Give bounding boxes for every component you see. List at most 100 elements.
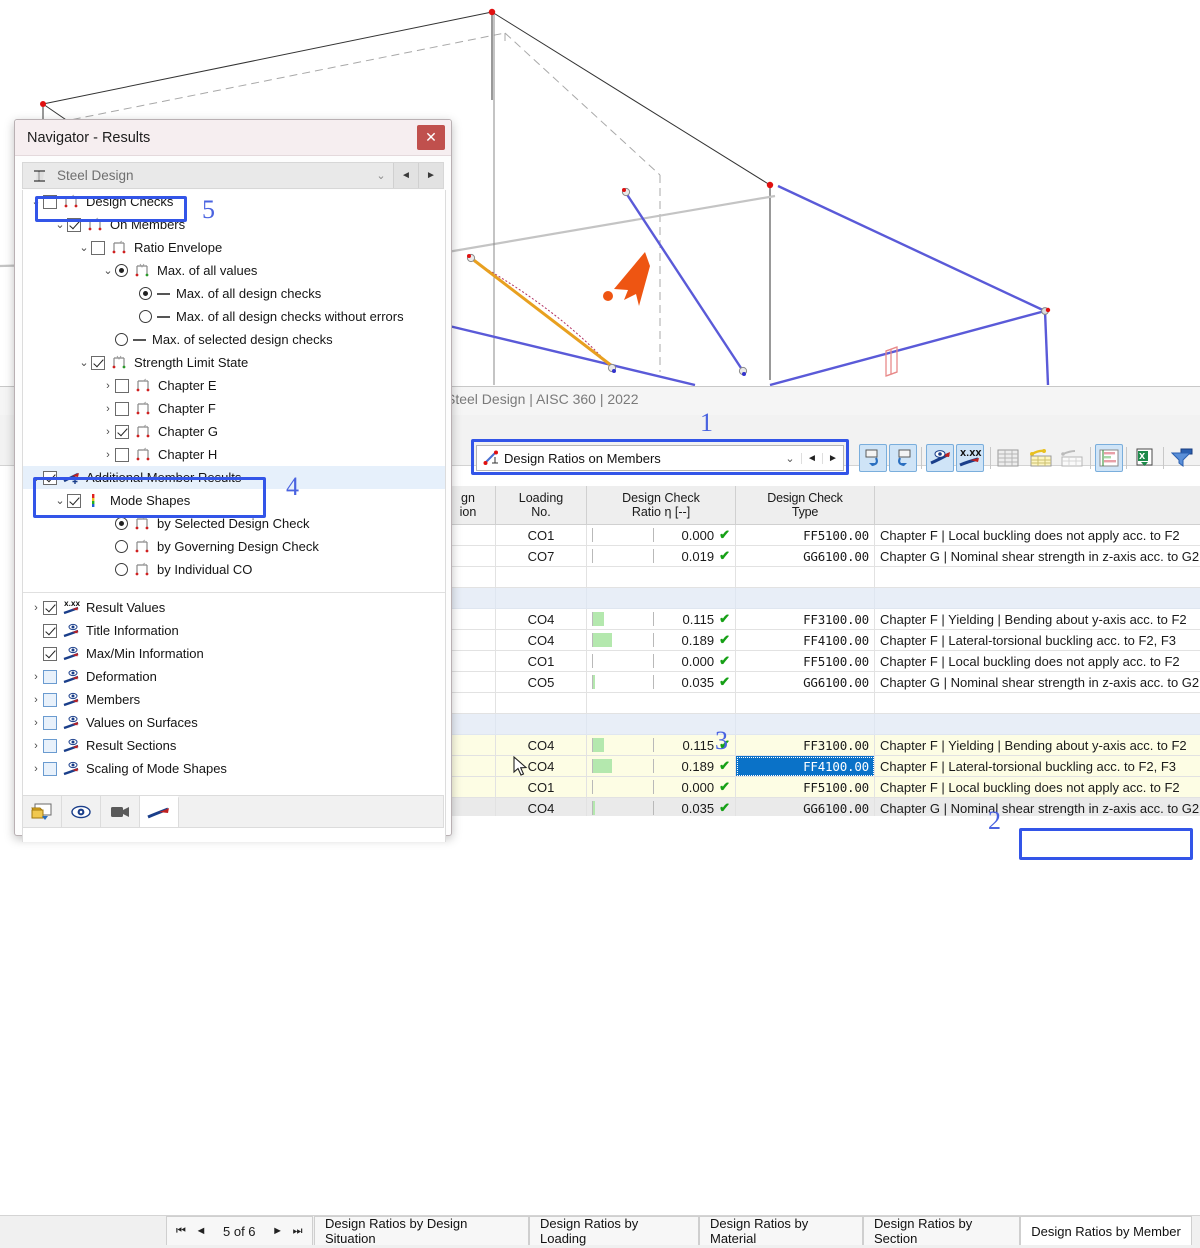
tree-item-max-min-information[interactable]: Max/Min Information: [23, 642, 445, 665]
tree-item-by-selected-design-check[interactable]: by Selected Design Check: [23, 512, 445, 535]
tree-checkbox[interactable]: [43, 716, 57, 730]
chevron-right-icon[interactable]: ›: [29, 717, 43, 729]
cell-design-check-ratio[interactable]: 0.035✔: [587, 672, 736, 693]
col-header-design-check-type[interactable]: Design Check Type: [736, 486, 875, 525]
tree-item-chapter-h[interactable]: ›Chapter H: [23, 443, 445, 466]
cell-loading-no[interactable]: CO5: [496, 672, 587, 693]
tree-item-mode-shapes[interactable]: ⌄Mode Shapes: [23, 489, 445, 512]
table-style-colored-button[interactable]: [1027, 444, 1055, 472]
table-row[interactable]: CO40.115✔FF3100.00Chapter F | Yielding |…: [441, 735, 1200, 756]
tree-checkbox[interactable]: [91, 356, 105, 370]
cell-design-check-type[interactable]: FF3100.00: [736, 735, 875, 756]
cell-loading-no[interactable]: CO4: [496, 735, 587, 756]
cell-design-check-ratio[interactable]: 0.189✔: [587, 630, 736, 651]
page-navigator[interactable]: ⏮ ◄ 5 of 6 ► ⏭: [166, 1216, 313, 1245]
cell-design-check-type[interactable]: FF4100.00: [736, 756, 875, 777]
table-row[interactable]: CO50.035✔GG6100.00Chapter G | Nominal sh…: [441, 672, 1200, 693]
sheet-tab-design-ratios-by-loading[interactable]: Design Ratios by Loading: [529, 1216, 699, 1245]
results-tree[interactable]: ⌄Design Checks⌄On Members⌄Ratio Envelope…: [22, 190, 446, 842]
tree-item-title-information[interactable]: Title Information: [23, 619, 445, 642]
tree-item-chapter-e[interactable]: ›Chapter E: [23, 374, 445, 397]
table-row[interactable]: CO40.189✔FF4100.00Chapter F | Lateral-to…: [441, 630, 1200, 651]
tree-checkbox[interactable]: [115, 402, 129, 416]
tree-item-result-sections[interactable]: ›Result Sections: [23, 734, 445, 757]
tree-radio[interactable]: [115, 517, 128, 530]
redo-button[interactable]: [889, 444, 917, 472]
prev-page-button[interactable]: ◄: [191, 1225, 211, 1237]
tree-checkbox[interactable]: [43, 647, 57, 661]
cell-design-check-type[interactable]: FF3100.00: [736, 609, 875, 630]
table-style-plain-button[interactable]: [994, 444, 1022, 472]
tree-checkbox[interactable]: [43, 693, 57, 707]
tree-item-deformation[interactable]: ›Deformation: [23, 665, 445, 688]
tree-radio[interactable]: [139, 310, 152, 323]
cell-design-check-type[interactable]: FF5100.00: [736, 525, 875, 546]
tree-item-chapter-g[interactable]: ›Chapter G: [23, 420, 445, 443]
cell-design-check-ratio[interactable]: 0.035✔: [587, 798, 736, 817]
tree-item-members[interactable]: ›Members: [23, 688, 445, 711]
chevron-right-icon[interactable]: ›: [29, 671, 43, 683]
cell-loading-no[interactable]: CO1: [496, 525, 587, 546]
tree-checkbox[interactable]: [115, 379, 129, 393]
last-page-button[interactable]: ⏭: [288, 1225, 308, 1238]
tree-radio[interactable]: [115, 264, 128, 277]
sheet-tab-design-ratios-by-member[interactable]: Design Ratios by Member: [1020, 1216, 1192, 1245]
tree-item-scaling-of-mode-shapes[interactable]: ›Scaling of Mode Shapes: [23, 757, 445, 780]
tree-item-additional-member-results[interactable]: ⌄Additional Member Results: [23, 466, 445, 489]
navigator-next-button[interactable]: ►: [418, 163, 443, 188]
chevron-right-icon[interactable]: ›: [29, 602, 43, 614]
tree-checkbox[interactable]: [43, 624, 57, 638]
tree-radio[interactable]: [115, 563, 128, 576]
cell-design-check-type[interactable]: GG6100.00: [736, 798, 875, 817]
navigator-module-combobox[interactable]: Steel Design ⌄ ◄ ►: [22, 162, 444, 189]
prev-result-button[interactable]: ◄: [801, 453, 822, 464]
results-grid[interactable]: gn ion Loading No. Design Check Ratio η …: [440, 486, 1200, 816]
chevron-down-icon[interactable]: ⌄: [53, 218, 67, 231]
col-header-design-check-ratio[interactable]: Design Check Ratio η [--]: [587, 486, 736, 525]
tree-radio[interactable]: [139, 287, 152, 300]
cell-design-check-ratio[interactable]: 0.000✔: [587, 525, 736, 546]
chevron-right-icon[interactable]: ›: [29, 694, 43, 706]
tree-item-by-governing-design-check[interactable]: by Governing Design Check: [23, 535, 445, 558]
chevron-right-icon[interactable]: ›: [101, 426, 115, 438]
tree-item-max-of-all-values[interactable]: ⌄Max. of all values: [23, 259, 445, 282]
chevron-down-icon[interactable]: ⌄: [77, 356, 91, 369]
tree-checkbox[interactable]: [43, 601, 57, 615]
sheet-tab-design-ratios-by-design-situation[interactable]: Design Ratios by Design Situation: [314, 1216, 529, 1245]
cell-design-check-ratio[interactable]: 0.115✔: [587, 609, 736, 630]
tree-item-on-members[interactable]: ⌄On Members: [23, 213, 445, 236]
tree-item-by-individual-co[interactable]: by Individual CO: [23, 558, 445, 581]
tree-checkbox[interactable]: [43, 670, 57, 684]
sheet-tab-design-ratios-by-section[interactable]: Design Ratios by Section: [863, 1216, 1020, 1245]
result-type-combobox[interactable]: Design Ratios on Members ⌄ ◄ ►: [476, 445, 844, 471]
cell-description[interactable]: Chapter F | Local buckling does not appl…: [875, 651, 1200, 672]
cell-loading-no[interactable]: CO1: [496, 777, 587, 798]
table-row[interactable]: CO40.035✔GG6100.00Chapter G | Nominal sh…: [441, 798, 1200, 817]
tree-item-result-values[interactable]: ›X.XXResult Values: [23, 596, 445, 619]
cell-loading-no[interactable]: CO4: [496, 798, 587, 817]
tree-checkbox[interactable]: [67, 494, 81, 508]
tree-radio[interactable]: [115, 333, 128, 346]
cell-description[interactable]: Chapter F | Local buckling does not appl…: [875, 525, 1200, 546]
table-row[interactable]: CO40.189✔FF4100.00Chapter F | Lateral-to…: [441, 756, 1200, 777]
col-header-description[interactable]: [875, 486, 1200, 525]
table-row[interactable]: CO10.000✔FF5100.00Chapter F | Local buck…: [441, 777, 1200, 798]
next-result-button[interactable]: ►: [822, 453, 843, 464]
export-excel-button[interactable]: X: [1131, 444, 1159, 472]
display-navigator-tab[interactable]: [62, 796, 101, 827]
filter-button[interactable]: [1168, 444, 1196, 472]
cell-design-check-ratio[interactable]: 0.000✔: [587, 777, 736, 798]
next-page-button[interactable]: ►: [268, 1225, 288, 1237]
results-navigator-tab[interactable]: [140, 796, 179, 827]
cell-description[interactable]: Chapter F | Yielding | Bending about y-a…: [875, 735, 1200, 756]
cell-design-check-ratio[interactable]: 0.115✔: [587, 735, 736, 756]
tree-checkbox[interactable]: [43, 471, 57, 485]
chevron-down-icon[interactable]: ⌄: [53, 494, 67, 507]
cell-design-check-ratio[interactable]: 0.189✔: [587, 756, 736, 777]
cell-design-check-type[interactable]: GG6100.00: [736, 672, 875, 693]
chevron-right-icon[interactable]: ›: [29, 740, 43, 752]
col-header-loading-no[interactable]: Loading No.: [496, 486, 587, 525]
tree-item-max-of-selected-design-checks[interactable]: Max. of selected design checks: [23, 328, 445, 351]
cell-description[interactable]: Chapter G | Nominal shear strength in z-…: [875, 798, 1200, 817]
chevron-down-icon[interactable]: ⌄: [77, 241, 91, 254]
